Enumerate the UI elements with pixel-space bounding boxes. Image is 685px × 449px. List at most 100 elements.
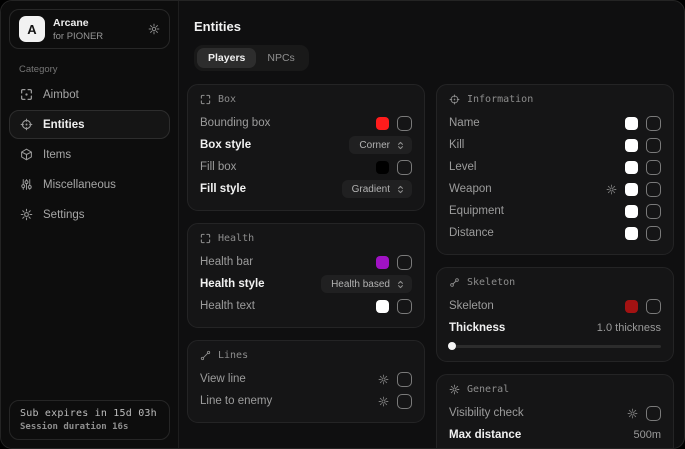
thickness-slider[interactable] (449, 342, 661, 351)
color-swatch[interactable] (625, 183, 638, 196)
sidebar-item-miscellaneous[interactable]: Miscellaneous (9, 170, 170, 199)
subscription-info-card: Sub expires in 15d 03h Session duration … (9, 400, 170, 440)
line-to-enemy-checkbox[interactable] (397, 394, 412, 409)
view-line-settings-icon[interactable] (378, 374, 389, 385)
view-line-checkbox[interactable] (397, 372, 412, 387)
sidebar-item-label: Settings (43, 209, 85, 221)
setting-row: Fill style Gradient (200, 178, 412, 200)
setting-label: Distance (449, 227, 494, 239)
sidebar-item-label: Items (43, 149, 71, 161)
color-swatch[interactable] (376, 300, 389, 313)
app-subtitle: for PIONER (53, 31, 103, 42)
setting-label: Name (449, 117, 480, 129)
max-distance-value: 500m (633, 429, 661, 441)
skeleton-checkbox[interactable] (646, 299, 661, 314)
lines-card: Lines View line Line to enemy (187, 340, 425, 423)
setting-row: Fill box (200, 156, 412, 178)
setting-row: Bounding box (200, 112, 412, 134)
setting-row: Visibility check (449, 402, 661, 424)
box-icon (200, 94, 211, 105)
setting-label: Kill (449, 139, 464, 151)
equipment-checkbox[interactable] (646, 204, 661, 219)
card-title-label: Information (467, 94, 533, 105)
color-swatch[interactable] (625, 161, 638, 174)
setting-row: Equipment (449, 200, 661, 222)
health-style-dropdown[interactable]: Health based (321, 275, 412, 293)
setting-label: Health text (200, 300, 255, 312)
thickness-value: 1.0 thickness (597, 322, 661, 334)
setting-label: Fill style (200, 183, 246, 195)
aimbot-icon (19, 88, 33, 101)
dropdown-value: Corner (359, 140, 390, 151)
color-swatch[interactable] (625, 139, 638, 152)
level-checkbox[interactable] (646, 160, 661, 175)
sidebar-item-entities[interactable]: Entities (9, 110, 170, 139)
sidebar-item-aimbot[interactable]: Aimbot (9, 80, 170, 109)
setting-label: Health style (200, 278, 265, 290)
setting-label: Max distance (449, 429, 521, 441)
general-icon (449, 384, 460, 395)
setting-label: Thickness (449, 322, 505, 334)
box-card: Box Bounding box Box style Corner (187, 84, 425, 211)
card-title-label: Lines (218, 350, 248, 361)
color-swatch[interactable] (376, 161, 389, 174)
sidebar-item-label: Aimbot (43, 89, 79, 101)
sub-expires-text: Sub expires in 15d 03h (20, 408, 159, 419)
fill-box-checkbox[interactable] (397, 160, 412, 175)
sidebar-item-label: Miscellaneous (43, 179, 116, 191)
entity-type-tabs: Players NPCs (194, 45, 309, 71)
setting-label: Line to enemy (200, 395, 272, 407)
setting-row: Line to enemy (200, 390, 412, 412)
slider-thumb[interactable] (448, 342, 456, 350)
category-label: Category (19, 64, 170, 75)
sidebar-item-label: Entities (43, 119, 85, 131)
visibility-check-settings-icon[interactable] (627, 408, 638, 419)
app-header-card: A Arcane for PIONER (9, 9, 170, 49)
sidebar-item-items[interactable]: Items (9, 140, 170, 169)
box-style-dropdown[interactable]: Corner (349, 136, 412, 154)
kill-checkbox[interactable] (646, 138, 661, 153)
sliders-icon (19, 178, 33, 191)
main-panel: Entities Players NPCs Box Bounding box (179, 1, 684, 448)
card-title-label: Skeleton (467, 277, 515, 288)
color-swatch[interactable] (376, 256, 389, 269)
health-bar-checkbox[interactable] (397, 255, 412, 270)
bone-icon (449, 277, 460, 288)
app-logo: A (19, 16, 45, 42)
tab-players[interactable]: Players (197, 48, 256, 68)
unfold-icon (396, 141, 405, 150)
bounding-box-checkbox[interactable] (397, 116, 412, 131)
sidebar-nav: Aimbot Entities Items Miscellaneous Sett… (9, 80, 170, 230)
dropdown-value: Health based (331, 279, 390, 290)
slider-track (449, 345, 661, 348)
tab-npcs[interactable]: NPCs (256, 48, 305, 68)
page-title: Entities (194, 19, 674, 34)
header-settings-icon[interactable] (148, 23, 160, 35)
setting-row: Health style Health based (200, 273, 412, 295)
distance-checkbox[interactable] (646, 226, 661, 241)
setting-label: Bounding box (200, 117, 270, 129)
gear-icon (19, 208, 33, 221)
color-swatch[interactable] (376, 117, 389, 130)
color-swatch[interactable] (625, 227, 638, 240)
setting-row: Health text (200, 295, 412, 317)
setting-label: View line (200, 373, 246, 385)
unfold-icon (396, 185, 405, 194)
color-swatch[interactable] (625, 300, 638, 313)
weapon-checkbox[interactable] (646, 182, 661, 197)
sidebar-item-settings[interactable]: Settings (9, 200, 170, 229)
setting-row: View line (200, 368, 412, 390)
setting-row: Health bar (200, 251, 412, 273)
setting-label: Level (449, 161, 477, 173)
visibility-check-checkbox[interactable] (646, 406, 661, 421)
weapon-settings-icon[interactable] (606, 184, 617, 195)
name-checkbox[interactable] (646, 116, 661, 131)
information-card: Information Name Kill (436, 84, 674, 255)
setting-row: Thickness 1.0 thickness (449, 317, 661, 339)
fill-style-dropdown[interactable]: Gradient (342, 180, 412, 198)
health-text-checkbox[interactable] (397, 299, 412, 314)
color-swatch[interactable] (625, 117, 638, 130)
line-to-enemy-settings-icon[interactable] (378, 396, 389, 407)
setting-row: Max distance 500m (449, 424, 661, 446)
color-swatch[interactable] (625, 205, 638, 218)
